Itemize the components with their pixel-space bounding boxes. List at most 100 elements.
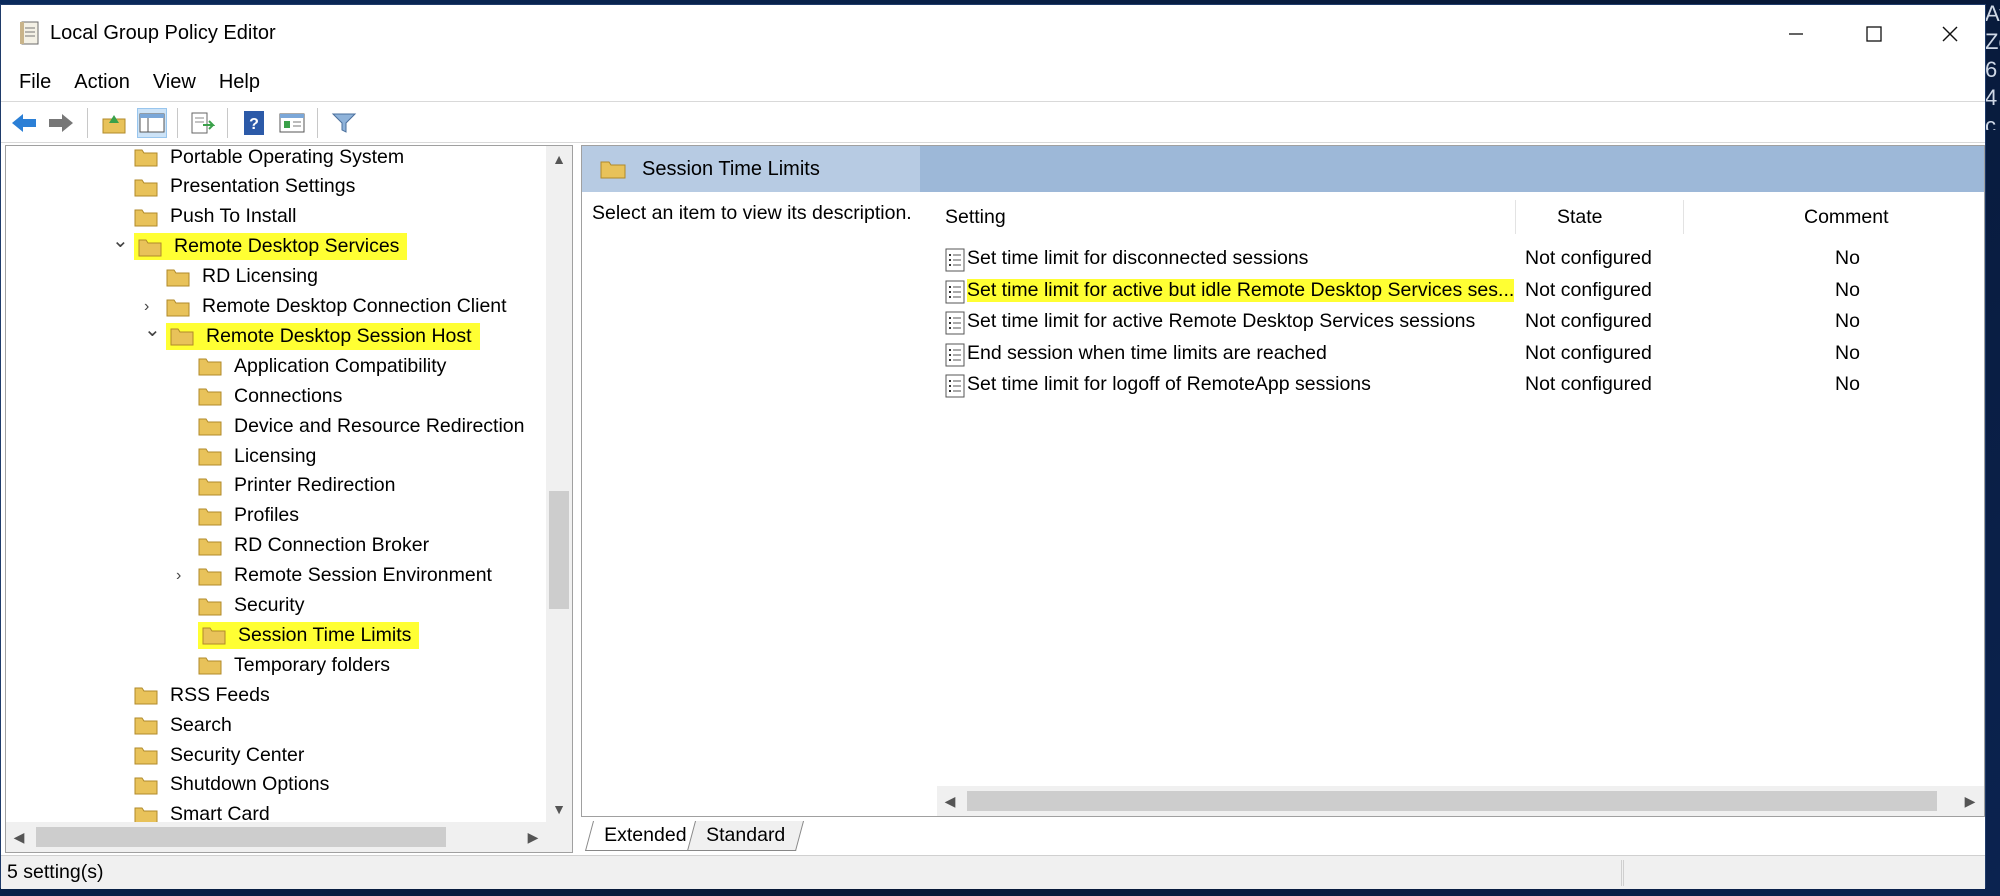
tree-item[interactable]: ⌄ Remote Desktop Session Host: [144, 319, 480, 351]
help-button[interactable]: ?: [239, 108, 269, 138]
title-bar[interactable]: Local Group Policy Editor: [1, 5, 1985, 63]
help-icon: ?: [244, 111, 264, 135]
toolbar-separator: [227, 108, 228, 138]
table-row[interactable]: Set time limit for disconnected sessions…: [937, 244, 1984, 275]
status-separator: [1621, 860, 1622, 886]
tree-item[interactable]: RD Licensing: [166, 262, 318, 292]
tree-item[interactable]: Printer Redirection: [198, 471, 395, 501]
tree-item[interactable]: Connections: [198, 381, 342, 411]
column-separator[interactable]: [1515, 200, 1516, 234]
scroll-down-arrow-icon[interactable]: ▼: [546, 796, 572, 822]
tree-item[interactable]: Session Time Limits: [198, 620, 420, 650]
tree-item[interactable]: › Remote Session Environment: [176, 561, 492, 591]
details-header-tab: Session Time Limits: [582, 146, 920, 192]
table-row[interactable]: Set time limit for logoff of RemoteApp s…: [937, 370, 1984, 401]
tree-item[interactable]: Portable Operating System: [134, 145, 405, 172]
column-header-setting[interactable]: Setting: [945, 198, 1006, 236]
tree-item-label: Remote Desktop Connection Client: [202, 295, 507, 317]
tree-item-label: Application Compatibility: [234, 354, 447, 377]
tree-item[interactable]: Licensing: [198, 441, 316, 471]
folder-icon: [600, 161, 626, 179]
desktop-side-text-line: 4: [1985, 85, 1998, 110]
column-separator[interactable]: [1683, 200, 1684, 234]
tree-horizontal-scroll-thumb[interactable]: [36, 827, 446, 847]
properties-button[interactable]: [277, 108, 307, 138]
list-horizontal-scroll-thumb[interactable]: [967, 791, 1937, 811]
tree-item[interactable]: Push To Install: [134, 202, 296, 232]
tree-item[interactable]: RSS Feeds: [134, 680, 270, 710]
scroll-up-arrow-icon[interactable]: ▲: [546, 146, 572, 172]
chevron-right-icon[interactable]: ›: [176, 567, 181, 585]
tree-item[interactable]: › Remote Desktop Connection Client: [144, 292, 507, 322]
scroll-right-arrow-icon[interactable]: ▶: [1957, 786, 1983, 816]
close-icon: [1942, 26, 1958, 42]
tree-vertical-scroll-thumb[interactable]: [549, 491, 569, 609]
tree-horizontal-scrollbar[interactable]: ◀ ▶: [6, 822, 572, 852]
tree-item[interactable]: Temporary folders: [198, 650, 390, 680]
scroll-left-arrow-icon[interactable]: ◀: [937, 786, 963, 816]
back-button[interactable]: [9, 108, 39, 138]
details-pane: Session Time Limits Select an item to vi…: [581, 145, 1985, 817]
tree-vertical-scrollbar[interactable]: ▲ ▼: [546, 146, 572, 822]
menu-bar: File Action View Help: [1, 63, 1985, 101]
up-folder-icon: [102, 115, 126, 134]
chevron-right-icon[interactable]: ›: [144, 298, 149, 316]
table-row[interactable]: End session when time limits are reached…: [937, 339, 1984, 370]
tree-item[interactable]: Profiles: [198, 501, 299, 531]
setting-name-cell: Set time limit for active but idle Remot…: [967, 278, 1515, 302]
setting-name-cell: Set time limit for logoff of RemoteApp s…: [967, 373, 1371, 395]
forward-button[interactable]: [46, 108, 76, 138]
show-hide-tree-button[interactable]: [137, 108, 167, 138]
menu-file[interactable]: File: [19, 71, 51, 94]
toolbar-separator: [317, 108, 318, 138]
tree-item[interactable]: RD Connection Broker: [198, 531, 429, 561]
folder-icon: [134, 209, 158, 227]
setting-name-cell: Set time limit for disconnected sessions: [967, 247, 1309, 269]
close-button[interactable]: [1911, 5, 1989, 63]
properties-icon: [279, 113, 305, 133]
policy-setting-icon: [945, 280, 965, 303]
tab-standard[interactable]: Standard: [686, 821, 805, 851]
state-cell: Not configured: [1525, 373, 1652, 395]
folder-icon: [198, 478, 222, 496]
tree-item-label: Portable Operating System: [170, 145, 405, 168]
minimize-button[interactable]: [1757, 5, 1835, 63]
tree-item-label: RD Licensing: [202, 265, 318, 288]
comment-cell: No: [1835, 247, 1860, 269]
up-one-level-button[interactable]: [99, 108, 129, 138]
navigation-tree[interactable]: Portable Operating System Presentation Se…: [5, 145, 573, 853]
tree-item[interactable]: Security: [198, 591, 304, 621]
tree-item[interactable]: Security Center: [134, 740, 304, 770]
policy-setting-icon: [945, 248, 965, 272]
maximize-button[interactable]: [1835, 5, 1913, 63]
column-header-state[interactable]: State: [1557, 198, 1603, 236]
tree-item[interactable]: Search: [134, 710, 232, 740]
chevron-down-icon[interactable]: ⌄: [112, 228, 129, 253]
comment-cell: No: [1835, 278, 1860, 301]
column-header-comment[interactable]: Comment: [1804, 198, 1889, 236]
table-row[interactable]: Set time limit for active but idle Remot…: [937, 276, 1984, 307]
setting-name-cell: End session when time limits are reached: [967, 341, 1327, 364]
tree-item-label: Temporary folders: [234, 653, 391, 676]
tree-item[interactable]: Presentation Settings: [134, 172, 355, 202]
status-separator: [1623, 860, 1624, 886]
scroll-right-arrow-icon[interactable]: ▶: [520, 822, 546, 852]
tree-item[interactable]: Application Compatibility: [198, 351, 446, 381]
tree-item-label: Connections: [234, 384, 343, 407]
state-cell: Not configured: [1525, 310, 1652, 332]
tree-item[interactable]: ⌄ Remote Desktop Services: [112, 230, 408, 262]
menu-action[interactable]: Action: [74, 71, 130, 94]
filter-button[interactable]: [329, 108, 359, 138]
policy-setting-icon: [945, 311, 965, 335]
tab-standard-label: Standard: [706, 824, 786, 846]
tree-item[interactable]: Shutdown Options: [134, 770, 329, 800]
tree-item-label: Device and Resource Redirection: [234, 414, 525, 437]
scroll-left-arrow-icon[interactable]: ◀: [6, 822, 32, 852]
chevron-down-icon[interactable]: ⌄: [144, 317, 161, 342]
export-list-button[interactable]: [187, 108, 217, 138]
menu-help[interactable]: Help: [219, 71, 260, 94]
list-horizontal-scrollbar[interactable]: ◀ ▶: [937, 786, 1984, 816]
menu-view[interactable]: View: [153, 71, 196, 94]
tree-item[interactable]: Device and Resource Redirection: [198, 411, 524, 441]
table-row[interactable]: Set time limit for active Remote Desktop…: [937, 307, 1984, 338]
